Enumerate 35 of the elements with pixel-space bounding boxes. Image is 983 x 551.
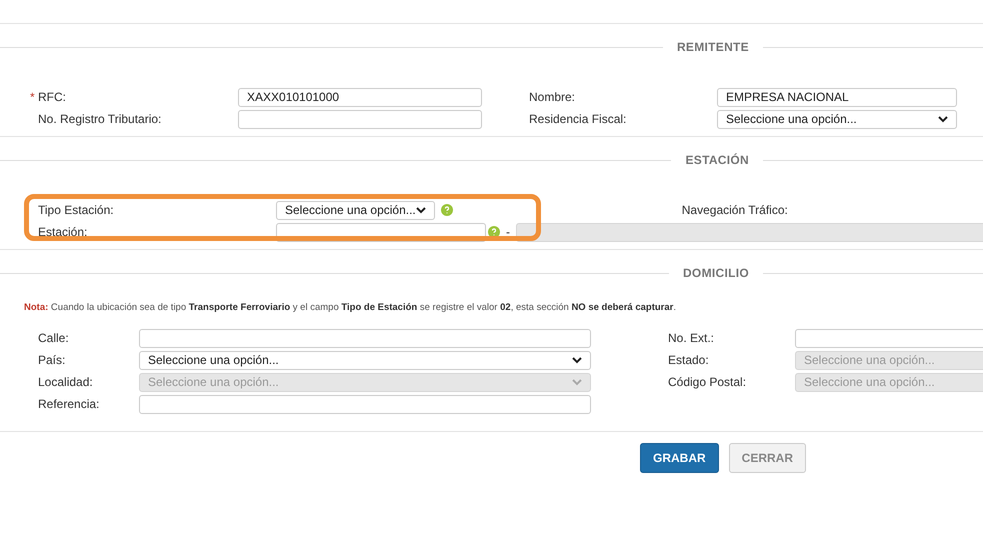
field-label: Localidad: (38, 375, 93, 389)
field-label: Estado: (668, 353, 709, 367)
field-label: Código Postal: (668, 375, 746, 389)
input-field[interactable]: XAXX010101000 (238, 88, 482, 106)
separator-text: - (506, 225, 510, 239)
chevron-icon (572, 378, 582, 386)
help-icon[interactable] (440, 204, 453, 216)
select-field[interactable]: Seleccione una opción... (717, 110, 957, 128)
input-field[interactable] (795, 328, 983, 348)
field-label: No. Registro Tributario: (38, 112, 162, 126)
chevron-icon (572, 356, 582, 364)
input-field[interactable] (238, 110, 482, 128)
field-label: Estación: (38, 225, 88, 239)
field-label: Tipo Estación: (38, 203, 114, 217)
save-button[interactable]: GRABAR (640, 443, 719, 473)
field-label: Referencia: (38, 397, 100, 411)
field-label: Nombre: (529, 90, 576, 104)
field-label: Calle: (38, 331, 69, 345)
field-label: Residencia Fiscal: (529, 112, 626, 126)
select-field[interactable]: Seleccione una opción... (139, 350, 591, 370)
field-label: No. Ext.: (668, 331, 714, 345)
section-title: ESTACIÓN (684, 153, 750, 167)
field-label: País: (38, 353, 66, 367)
chevron-icon (416, 206, 426, 214)
section-title: REMITENTE (676, 40, 750, 54)
input-field[interactable]: EMPRESA NACIONAL (717, 88, 957, 106)
input-field[interactable] (139, 328, 591, 348)
note-text: Nota: Cuando la ubicación sea de tipo Transporte Ferroviario y el campo Tipo de Estación se registre el valor 02, esta sección NO se deberá capturar. (23, 301, 677, 315)
chevron-icon (938, 116, 948, 122)
section-title: DOMICILIO (682, 266, 750, 280)
help-icon[interactable] (488, 226, 500, 238)
field-label: Navegación Tráfico: (682, 203, 788, 217)
input-field[interactable] (139, 394, 591, 414)
select-field[interactable]: Seleccione una opción... (276, 200, 435, 220)
required-mark: * (30, 90, 35, 104)
